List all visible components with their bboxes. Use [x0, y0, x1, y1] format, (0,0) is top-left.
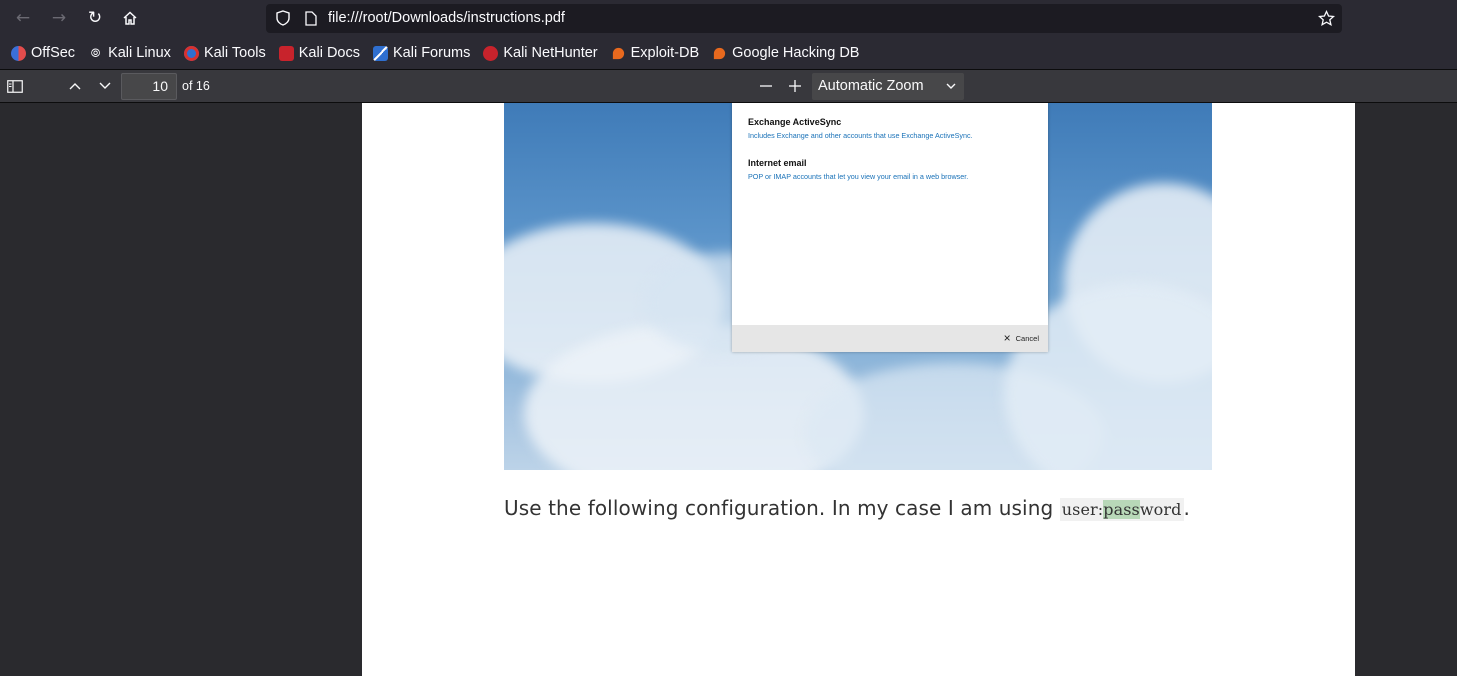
bookmark-kali-linux[interactable]: ⦾ Kali Linux	[88, 45, 171, 61]
kali-dragon-icon: ⦾	[88, 45, 104, 61]
bookmark-label: Google Hacking DB	[732, 45, 860, 61]
bookmark-label: Exploit-DB	[630, 45, 700, 61]
bookmark-star-icon[interactable]	[1317, 9, 1335, 27]
bookmark-label: Kali Linux	[108, 45, 171, 61]
code-suffix: word	[1139, 500, 1182, 519]
bookmark-kali-docs[interactable]: Kali Docs	[278, 45, 360, 61]
zoom-value: Automatic Zoom	[818, 78, 924, 94]
bookmark-label: Kali Tools	[203, 45, 266, 61]
option-internet-email-title: Internet email	[748, 158, 807, 168]
bookmark-kali-nethunter[interactable]: Kali NetHunter	[483, 45, 598, 61]
offsec-icon	[11, 45, 26, 61]
reload-icon[interactable]: ↻	[82, 6, 108, 30]
kali-tools-icon	[183, 45, 199, 61]
zoom-out-icon[interactable]	[755, 75, 777, 97]
chevron-down-icon	[946, 73, 956, 101]
bookmark-kali-forums[interactable]: Kali Forums	[372, 45, 471, 61]
bookmark-exploit-db[interactable]: Exploit-DB	[611, 45, 700, 61]
exploit-db-icon	[612, 47, 624, 59]
zoom-in-icon[interactable]	[784, 75, 806, 97]
zoom-select[interactable]: Automatic Zoom	[812, 73, 964, 100]
navigation-toolbar: ← → ↻ file:///root/Downloads/instruction…	[0, 0, 1457, 37]
cancel-button: × Cancel	[1003, 331, 1039, 345]
next-page-icon[interactable]	[94, 75, 116, 97]
bookmark-label: Kali Docs	[298, 45, 360, 61]
kali-forums-icon	[372, 45, 388, 61]
option-internet-email-desc: POP or IMAP accounts that let you view y…	[748, 172, 969, 181]
url-bar[interactable]: file:///root/Downloads/instructions.pdf	[266, 4, 1342, 33]
shield-icon[interactable]	[274, 9, 292, 27]
paragraph-end: .	[1183, 496, 1190, 520]
bookmark-kali-tools[interactable]: Kali Tools	[183, 45, 266, 61]
ghdb-icon	[714, 47, 726, 59]
bookmark-label: Kali Forums	[392, 45, 471, 61]
sidebar-toggle-icon[interactable]	[4, 75, 26, 97]
pdf-page: Exchange ActiveSync Includes Exchange an…	[362, 103, 1355, 676]
kali-nethunter-icon	[483, 45, 499, 61]
pdf-viewer[interactable]: Exchange ActiveSync Includes Exchange an…	[0, 103, 1457, 676]
cancel-label: Cancel	[1015, 333, 1039, 343]
pdf-toolbar: 10 of 16 Automatic Zoom	[0, 70, 1457, 103]
code-prefix: user:	[1061, 500, 1104, 519]
bookmark-label: Kali NetHunter	[503, 45, 598, 61]
bookmark-label: OffSec	[31, 45, 76, 61]
account-type-dialog: Exchange ActiveSync Includes Exchange an…	[732, 103, 1048, 352]
back-arrow-icon[interactable]: ←	[10, 6, 36, 30]
credentials-code: user:password	[1059, 498, 1184, 521]
forward-arrow-icon[interactable]: →	[46, 6, 72, 30]
page-icon	[302, 9, 320, 27]
close-icon: ×	[1003, 331, 1011, 345]
kali-docs-icon	[278, 45, 294, 61]
bookmark-google-hacking-db[interactable]: Google Hacking DB	[712, 45, 859, 61]
paragraph-text: Use the following configuration. In my c…	[504, 496, 1060, 520]
instruction-paragraph: Use the following configuration. In my c…	[504, 496, 1190, 521]
screenshot-image: Exchange ActiveSync Includes Exchange an…	[504, 103, 1212, 470]
option-exchange-title: Exchange ActiveSync	[748, 117, 842, 127]
option-exchange-desc: Includes Exchange and other accounts tha…	[748, 131, 973, 140]
search-highlight: pass	[1103, 500, 1140, 519]
bookmarks-bar: OffSec ⦾ Kali Linux Kali Tools Kali Docs…	[0, 37, 1457, 70]
bookmark-offsec[interactable]: OffSec	[11, 45, 75, 61]
page-count: of 16	[182, 79, 210, 93]
dialog-footer: × Cancel	[732, 325, 1048, 352]
page-number-input[interactable]: 10	[121, 73, 177, 100]
home-icon[interactable]	[117, 6, 143, 30]
previous-page-icon[interactable]	[64, 75, 86, 97]
url-text[interactable]: file:///root/Downloads/instructions.pdf	[328, 10, 565, 26]
